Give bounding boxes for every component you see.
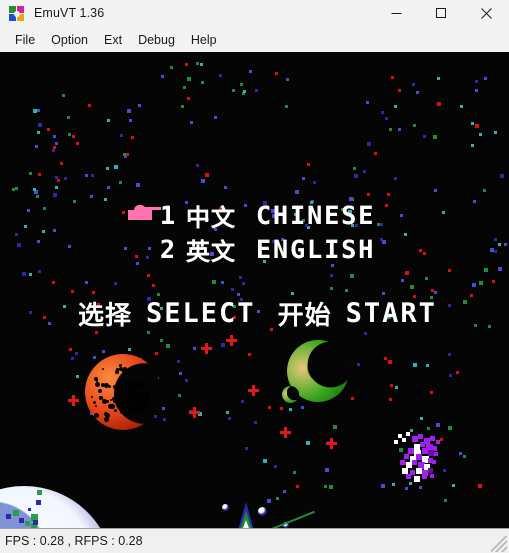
language-option-english[interactable]: 2 英文 ENGLISH bbox=[160, 232, 375, 267]
status-bar: FPS : 0.28 , RFPS : 0.28 bbox=[0, 528, 509, 553]
close-icon[interactable] bbox=[464, 0, 509, 27]
clover-app-icon bbox=[9, 5, 25, 22]
language-option-chinese[interactable]: 1 中文 CHINESE bbox=[160, 198, 375, 233]
menu-item-file[interactable]: File bbox=[7, 29, 43, 51]
menu-item-debug[interactable]: Debug bbox=[130, 29, 183, 51]
fps-status-text: FPS : 0.28 , RFPS : 0.28 bbox=[5, 534, 143, 548]
option-number-1: 1 bbox=[160, 201, 177, 230]
small-green-moon bbox=[282, 386, 299, 403]
resize-grip-icon[interactable] bbox=[491, 536, 507, 552]
menu-item-help[interactable]: Help bbox=[183, 29, 225, 51]
star-burst bbox=[178, 496, 316, 528]
option-number-2: 2 bbox=[160, 235, 177, 264]
emulator-window: EmuVT 1.36 File Option Ext Debug Help 1 … bbox=[0, 0, 509, 553]
red-crescent-moon bbox=[85, 354, 161, 430]
action-en-start: START bbox=[345, 298, 437, 329]
action-en-select: SELECT bbox=[146, 298, 256, 329]
maximize-icon[interactable] bbox=[419, 0, 464, 27]
option-cjk-2: 英文 bbox=[186, 238, 236, 266]
menu-bar: File Option Ext Debug Help bbox=[0, 27, 509, 52]
minimize-icon[interactable] bbox=[374, 0, 419, 27]
title-bar: EmuVT 1.36 bbox=[0, 0, 509, 27]
option-en-2: ENGLISH bbox=[256, 235, 376, 264]
option-cjk-1: 中文 bbox=[186, 204, 236, 232]
menu-item-ext[interactable]: Ext bbox=[96, 29, 130, 51]
game-screen[interactable]: 1 中文 CHINESE 2 英文 ENGLISH 选择 SELECT 开始 S… bbox=[0, 52, 509, 528]
menu-item-option[interactable]: Option bbox=[43, 29, 96, 51]
window-title: EmuVT 1.36 bbox=[34, 6, 105, 20]
window-controls bbox=[374, 0, 509, 27]
action-hint-row: 选择 SELECT 开始 START bbox=[78, 295, 437, 332]
action-cjk-select: 选择 bbox=[78, 301, 133, 331]
action-cjk-start: 开始 bbox=[277, 301, 332, 331]
tank-cursor bbox=[128, 204, 161, 220]
option-en-1: CHINESE bbox=[256, 201, 376, 230]
purple-comet bbox=[392, 430, 448, 482]
